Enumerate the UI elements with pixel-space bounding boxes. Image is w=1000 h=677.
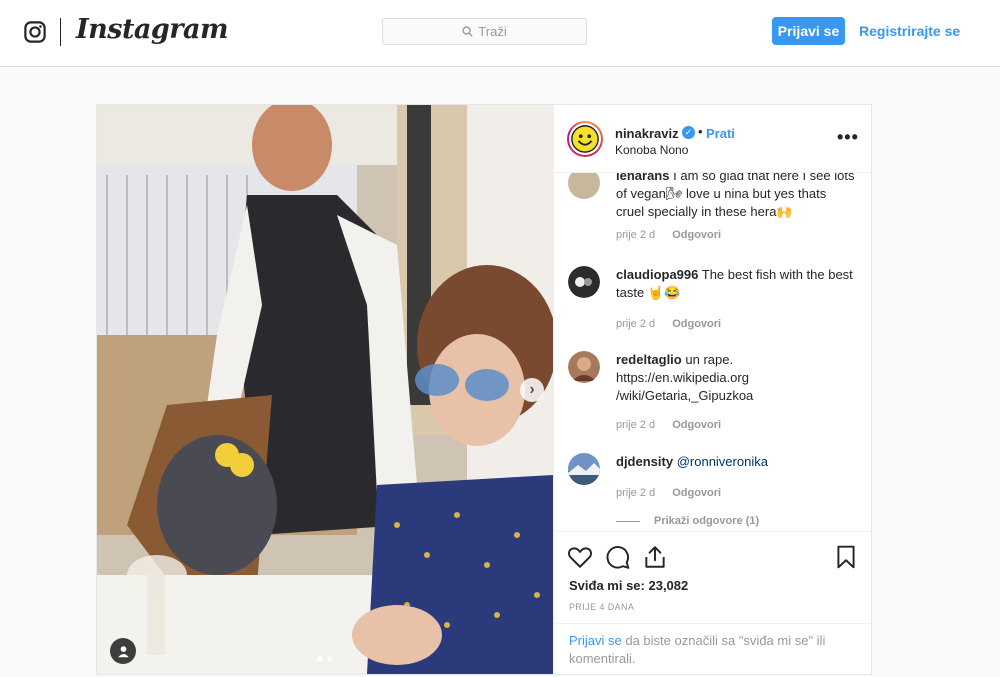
user-tag-icon bbox=[117, 645, 129, 657]
comment-meta: prije 2 d Odgovori bbox=[616, 419, 735, 431]
comment-meta: prije 2 d Odgovori bbox=[616, 229, 735, 241]
comment-time: prije 2 d bbox=[616, 229, 656, 241]
replies-divider bbox=[616, 520, 640, 522]
comment-avatar[interactable] bbox=[568, 453, 600, 485]
comment-meta: prije 2 d Odgovori bbox=[616, 487, 735, 499]
post-location[interactable]: Konoba Nono bbox=[615, 143, 688, 157]
comment-avatar[interactable] bbox=[568, 173, 600, 199]
comment-time: prije 2 d bbox=[616, 419, 656, 431]
comments-list: lenarans I am so glad that here I see lo… bbox=[554, 173, 872, 531]
login-prompt: Prijavi se da biste označili sa "sviđa m… bbox=[554, 623, 872, 675]
follow-button[interactable]: Prati bbox=[706, 126, 735, 141]
verified-icon: ✓ bbox=[682, 126, 695, 139]
likes-count[interactable]: Sviđa mi se: 23,082 bbox=[569, 578, 688, 593]
avatar[interactable] bbox=[567, 121, 603, 157]
comment-avatar[interactable] bbox=[568, 266, 600, 298]
comment-icon[interactable] bbox=[605, 544, 631, 570]
more-icon[interactable]: ••• bbox=[837, 127, 859, 148]
carousel-dot-1 bbox=[317, 656, 323, 662]
comment-mention[interactable]: @ronniveronika bbox=[677, 454, 768, 469]
separator-dot: • bbox=[698, 124, 703, 139]
post-actions: Sviđa mi se: 23,082 PRIJE 4 DANA Prijavi… bbox=[554, 531, 872, 675]
top-nav: Instagram Traži Prijavi se Registrirajte… bbox=[0, 0, 1000, 67]
post-photo[interactable]: › bbox=[97, 105, 553, 674]
logo-divider bbox=[60, 18, 61, 46]
comment-username[interactable]: lenarans bbox=[616, 173, 669, 183]
comment-username[interactable]: claudiopa996 bbox=[616, 267, 698, 282]
photo-restaurant-scene bbox=[97, 105, 553, 674]
tagged-users-button[interactable] bbox=[110, 638, 136, 664]
comment-time: prije 2 d bbox=[616, 487, 656, 499]
post-sidebar: ninakraviz ✓ • Prati Konoba Nono ••• len… bbox=[553, 105, 872, 675]
comment-username[interactable]: redeltaglio bbox=[616, 352, 682, 367]
reply-button[interactable]: Odgovori bbox=[672, 419, 721, 431]
search-input[interactable]: Traži bbox=[382, 18, 587, 45]
bookmark-icon[interactable] bbox=[833, 544, 859, 570]
reply-button[interactable]: Odgovori bbox=[672, 487, 721, 499]
login-link[interactable]: Prijavi se bbox=[569, 633, 622, 648]
view-replies-label: Prikaži odgovore (1) bbox=[654, 515, 760, 527]
chevron-right-icon: › bbox=[529, 381, 535, 398]
next-photo-button[interactable]: › bbox=[520, 378, 544, 402]
heart-icon[interactable] bbox=[567, 544, 593, 570]
comment-time: prije 2 d bbox=[616, 318, 656, 330]
search-icon bbox=[462, 26, 473, 37]
reply-button[interactable]: Odgovori bbox=[672, 229, 721, 241]
comment-body: djdensity @ronniveronika bbox=[616, 453, 856, 471]
smiley-avatar-icon bbox=[571, 125, 599, 153]
register-link[interactable]: Registrirajte se bbox=[859, 23, 960, 39]
post-header: ninakraviz ✓ • Prati Konoba Nono ••• bbox=[554, 105, 872, 173]
post-username[interactable]: ninakraviz bbox=[615, 126, 679, 141]
comment-body: lenarans I am so glad that here I see lo… bbox=[616, 173, 856, 221]
comment-body: claudiopa996 The best fish with the best… bbox=[616, 266, 856, 302]
post-timestamp: PRIJE 4 DANA bbox=[569, 602, 635, 612]
comment-body: redeltaglio un rape. https://en.wikipedi… bbox=[616, 351, 856, 405]
comment-meta: prije 2 d Odgovori bbox=[616, 318, 735, 330]
instagram-icon[interactable] bbox=[24, 21, 46, 43]
carousel-dot-2 bbox=[327, 656, 333, 662]
post-card: › ninakraviz ✓ • Prati Konoba Nono ••• l… bbox=[96, 104, 872, 675]
login-button[interactable]: Prijavi se bbox=[772, 17, 845, 45]
reply-button[interactable]: Odgovori bbox=[672, 318, 721, 330]
carousel-indicator bbox=[317, 656, 333, 662]
comment-avatar[interactable] bbox=[568, 351, 600, 383]
view-replies-button[interactable]: Prikaži odgovore (1) bbox=[616, 515, 759, 527]
instagram-wordmark[interactable]: Instagram bbox=[76, 14, 229, 45]
share-icon[interactable] bbox=[642, 544, 668, 570]
search-placeholder: Traži bbox=[478, 24, 507, 39]
comment-username[interactable]: djdensity bbox=[616, 454, 673, 469]
